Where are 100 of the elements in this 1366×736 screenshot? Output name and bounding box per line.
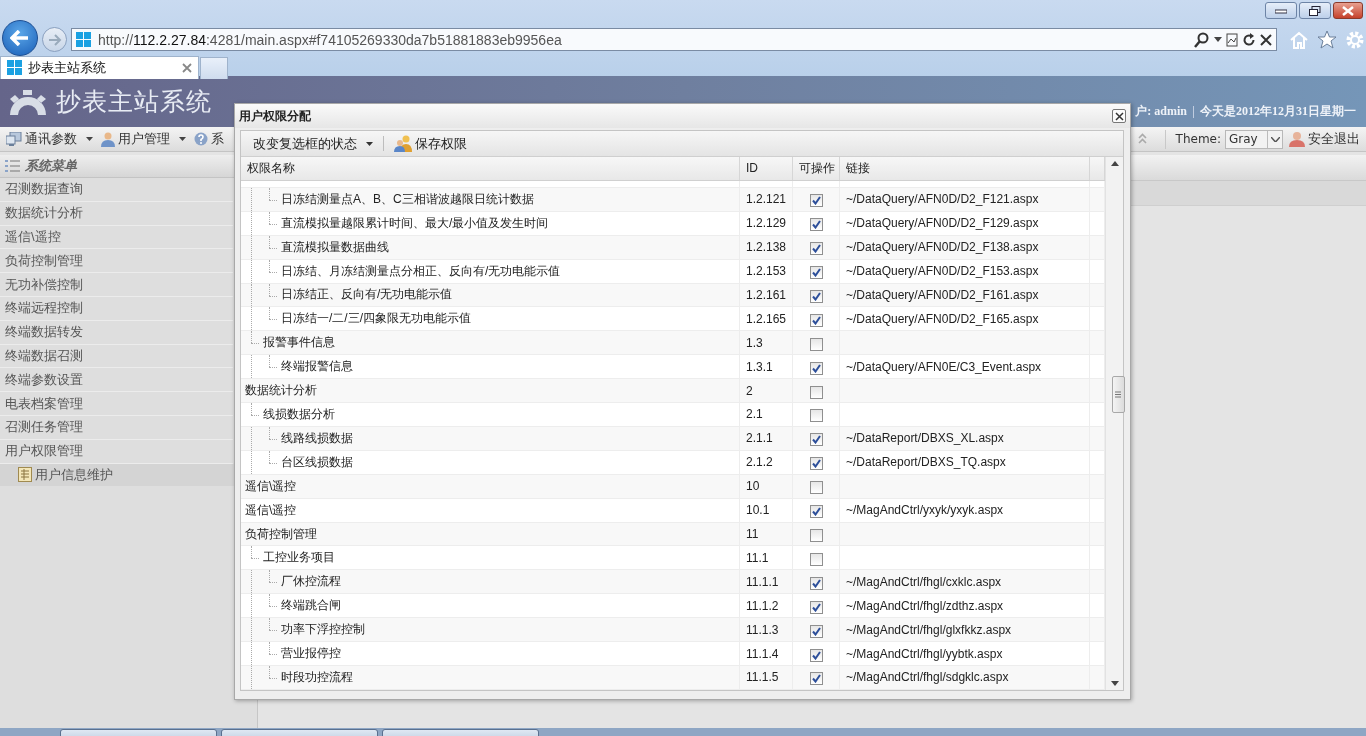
checkbox[interactable] <box>809 481 823 495</box>
save-button[interactable]: 保存权限 <box>392 134 469 153</box>
close-button[interactable] <box>1333 2 1363 19</box>
star-icon[interactable] <box>1317 30 1337 49</box>
checkbox[interactable] <box>809 242 823 256</box>
checkbox[interactable] <box>809 385 823 399</box>
permission-name: 报警事件信息 <box>262 334 335 352</box>
back-button[interactable] <box>2 19 38 56</box>
scroll-down-icon[interactable] <box>1110 681 1119 686</box>
column-header[interactable]: 可操作 <box>793 157 840 180</box>
menu-button[interactable]: 通讯参数 <box>4 130 95 148</box>
checkbox[interactable] <box>809 552 823 566</box>
permission-id: 1.3.1 <box>746 359 773 374</box>
permission-id: 11 <box>746 527 759 541</box>
restore-icon <box>1309 5 1321 16</box>
sidebar-item[interactable]: 电表档案管理 <box>0 392 233 416</box>
browser-tab[interactable]: 抄表主站系统 <box>0 56 199 79</box>
dropdown-caret-icon[interactable] <box>1214 37 1222 42</box>
scrollbar[interactable] <box>1105 157 1123 690</box>
sidebar-item[interactable]: 终端数据召测 <box>0 344 233 369</box>
checkbox[interactable] <box>809 409 823 423</box>
permission-name: 时段功控流程 <box>280 668 353 686</box>
checkbox[interactable] <box>809 576 823 590</box>
sidebar-item[interactable]: 召测数据查询 <box>0 178 233 202</box>
list-icon <box>5 159 21 173</box>
link-path: ~/DataQuery/AFN0D/D2_F121.aspx <box>846 192 1039 207</box>
permission-id: 2.1.1 <box>746 431 773 446</box>
gear-logo-icon <box>8 88 48 115</box>
caret-icon <box>86 137 93 141</box>
site-icon <box>76 31 92 48</box>
column-header[interactable]: 权限名称 <box>241 157 740 180</box>
permission-name: 日冻结测量点A、B、C三相谐波越限日统计数据 <box>280 190 534 208</box>
permission-name: 台区线损数据 <box>280 453 353 471</box>
column-header[interactable]: ID <box>740 157 793 180</box>
compatibility-view-icon[interactable] <box>1226 32 1238 47</box>
sidebar-item[interactable]: 遥信\遥控 <box>0 225 233 250</box>
permission-id: 1.2.121 <box>746 192 787 207</box>
link-path: ~/MagAndCtrl/fhgl/cxklc.aspx <box>846 574 1002 589</box>
scroll-up-icon[interactable] <box>1110 161 1119 166</box>
sidebar-item[interactable]: 终端远程控制 <box>0 297 233 321</box>
checkbox[interactable] <box>809 266 823 280</box>
address-bar[interactable]: http://112.2.27.84:4281/main.aspx#f74105269330da7b51881883eb9956ea <box>71 28 1277 51</box>
tab-close-icon[interactable] <box>182 63 192 73</box>
permission-name: 日冻结、月冻结测量点分相正、反向有/无功电能示值 <box>280 262 561 280</box>
sidebar-item[interactable]: 终端数据转发 <box>0 320 233 345</box>
column-header[interactable]: 链接 <box>840 157 1090 180</box>
menu-button[interactable]: 系 <box>192 130 226 148</box>
user-icon <box>101 131 115 147</box>
permission-id: 2 <box>746 383 753 398</box>
checkbox[interactable] <box>809 313 823 327</box>
theme-select[interactable]: Gray <box>1225 129 1283 149</box>
forward-arrow-icon <box>47 33 62 46</box>
permission-id: 1.2.129 <box>746 216 787 231</box>
checkbox[interactable] <box>809 529 823 542</box>
checkbox[interactable] <box>809 218 823 232</box>
permission-id: 11.1.4 <box>746 646 779 661</box>
checkbox[interactable] <box>809 672 823 686</box>
checkbox[interactable] <box>809 600 823 614</box>
permission-name: 终端报警信息 <box>280 358 353 376</box>
monitors-icon <box>6 132 22 146</box>
link-path: ~/DataQuery/AFN0D/D2_F129.aspx <box>846 216 1039 231</box>
checkbox[interactable] <box>809 433 823 447</box>
checkbox[interactable] <box>809 505 823 519</box>
back-arrow-icon <box>10 29 30 46</box>
checkbox[interactable] <box>809 337 823 351</box>
refresh-icon[interactable] <box>1242 32 1256 47</box>
search-icon[interactable] <box>1194 31 1210 48</box>
menu-button[interactable]: 用户管理 <box>99 130 188 148</box>
url-text: http://112.2.27.84:4281/main.aspx#f74105269330da7b51881883eb9956ea <box>98 31 563 48</box>
restore-button[interactable] <box>1299 2 1331 19</box>
sidebar-item[interactable]: 召测任务管理 <box>0 415 233 440</box>
checkbox[interactable] <box>809 624 823 638</box>
sidebar-item[interactable]: 负荷控制管理 <box>0 249 233 274</box>
caret-icon <box>179 137 186 141</box>
sidebar-item[interactable]: 用户权限管理 <box>0 439 233 464</box>
grip-icon <box>1115 391 1121 398</box>
scroll-thumb[interactable] <box>1111 376 1125 413</box>
permission-name: 直流模拟量越限累计时间、最大/最小值及发生时间 <box>280 214 549 232</box>
permission-name: 厂休控流程 <box>280 573 341 591</box>
permission-name: 遥信\遥控 <box>244 501 297 519</box>
user-icon <box>1289 131 1305 147</box>
checkbox[interactable] <box>809 361 823 375</box>
checkbox[interactable] <box>809 457 823 471</box>
logout-button[interactable]: 安全退出 <box>1287 130 1362 148</box>
permission-id: 2.1 <box>746 407 763 422</box>
checkbox[interactable] <box>809 648 823 662</box>
dropdown-button[interactable]: 改变复选框的状态 <box>251 134 375 153</box>
checkbox[interactable] <box>809 289 823 303</box>
close-button[interactable] <box>1112 109 1126 123</box>
sidebar-item[interactable]: 数据统计分析 <box>0 201 233 226</box>
sidebar-item[interactable]: 无功补偿控制 <box>0 273 233 297</box>
checkbox[interactable] <box>809 194 823 208</box>
stop-icon[interactable] <box>1260 33 1272 46</box>
link-path: ~/DataQuery/AFN0D/D2_F138.aspx <box>846 240 1039 255</box>
link-path: ~/MagAndCtrl/fhgl/sdgklc.aspx <box>846 670 1009 685</box>
permission-name: 日冻结正、反向有/无功电能示值 <box>280 286 453 304</box>
permission-id: 11.1 <box>746 550 769 565</box>
permission-name: 终端跳合闸 <box>280 597 341 615</box>
sidebar-item[interactable]: 终端参数设置 <box>0 368 233 393</box>
permission-name: 线损数据分析 <box>262 406 335 423</box>
